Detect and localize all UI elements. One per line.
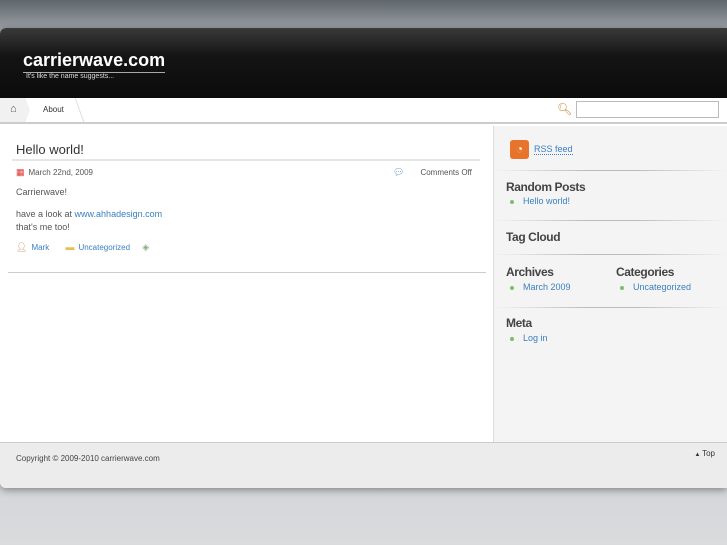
bullet-icon xyxy=(620,285,624,290)
text: have a look at xyxy=(16,209,75,219)
bullet-icon xyxy=(510,199,514,204)
top-label: Top xyxy=(702,449,715,458)
copyright: Copyright © 2009-2010 carrierwave.com xyxy=(16,454,160,463)
date-text: March 22nd, 2009 xyxy=(28,168,94,177)
post-body-line: that's me too! xyxy=(16,222,70,232)
divider xyxy=(494,220,727,221)
home-icon: ⌂ xyxy=(10,103,17,115)
divider xyxy=(8,272,486,273)
arrow-up-icon: ▲ xyxy=(694,452,703,458)
search-input[interactable] xyxy=(576,101,719,118)
login-link[interactable]: Log in xyxy=(523,333,548,343)
nav-item-about[interactable]: About xyxy=(43,105,64,114)
rss-icon[interactable]: ◔ xyxy=(510,140,529,159)
calendar-icon: ▦ xyxy=(16,167,25,177)
list-item: Hello world! xyxy=(510,196,570,206)
divider xyxy=(12,159,480,161)
category-link[interactable]: Uncategorized xyxy=(78,243,130,252)
comments-icon: 💬︎ xyxy=(393,167,405,177)
random-post-link[interactable]: Hello world! xyxy=(523,196,570,206)
post-date: ▦ March 22nd, 2009 xyxy=(16,167,93,178)
archive-link[interactable]: March 2009 xyxy=(523,282,571,292)
post-link[interactable]: www.ahhadesign.com xyxy=(75,209,163,219)
category-link[interactable]: Uncategorized xyxy=(633,282,691,292)
post-footer: 👤︎ Mark ▬ Uncategorized ◈ xyxy=(16,242,153,253)
list-item: Log in xyxy=(510,333,548,343)
sidebar: ◔ RSS feed Random Posts Hello world! Tag… xyxy=(493,126,727,442)
list-item: Uncategorized xyxy=(620,282,691,292)
post-title[interactable]: Hello world! xyxy=(16,142,84,157)
page: carrierwave.com It's like the name sugge… xyxy=(0,28,727,488)
folder-icon: ▬ xyxy=(65,242,75,252)
tag-icon: ◈ xyxy=(142,242,150,252)
nav-separator xyxy=(65,98,85,122)
post-comments: 💬︎ Comments Off xyxy=(393,167,472,178)
site-title[interactable]: carrierwave.com xyxy=(23,50,166,73)
bullet-icon xyxy=(510,285,514,290)
random-posts-heading: Random Posts xyxy=(506,180,586,194)
rss-feed-link[interactable]: RSS feed xyxy=(534,144,573,155)
back-to-top[interactable]: ▲ Top xyxy=(694,449,715,458)
categories-heading: Categories xyxy=(616,265,675,279)
comments-text: Comments Off xyxy=(420,168,472,177)
user-icon: 👤︎ xyxy=(16,242,28,252)
post-body-line: Carrierwave! xyxy=(16,187,68,197)
meta-heading: Meta xyxy=(506,316,532,330)
bullet-icon xyxy=(510,336,514,341)
divider xyxy=(494,254,727,255)
nav-home[interactable]: ⌂ xyxy=(0,98,30,122)
search-icon[interactable]: 🔍︎ xyxy=(557,102,572,116)
nav-bar: ⌂ About 🔍︎ xyxy=(0,98,727,124)
main-content: Hello world! ▦ March 22nd, 2009 💬︎ Comment… xyxy=(0,126,493,442)
post-body-line: have a look at www.ahhadesign.com xyxy=(16,209,162,219)
list-item: March 2009 xyxy=(510,282,571,292)
author-link[interactable]: Mark xyxy=(31,243,49,252)
archives-heading: Archives xyxy=(506,265,554,279)
site-tagline: It's like the name suggests... xyxy=(26,73,115,80)
tag-cloud-heading: Tag Cloud xyxy=(506,230,561,244)
header: carrierwave.com It's like the name sugge… xyxy=(0,28,727,98)
divider xyxy=(494,307,727,308)
divider xyxy=(494,170,727,171)
footer: Copyright © 2009-2010 carrierwave.com ▲ … xyxy=(0,442,727,488)
